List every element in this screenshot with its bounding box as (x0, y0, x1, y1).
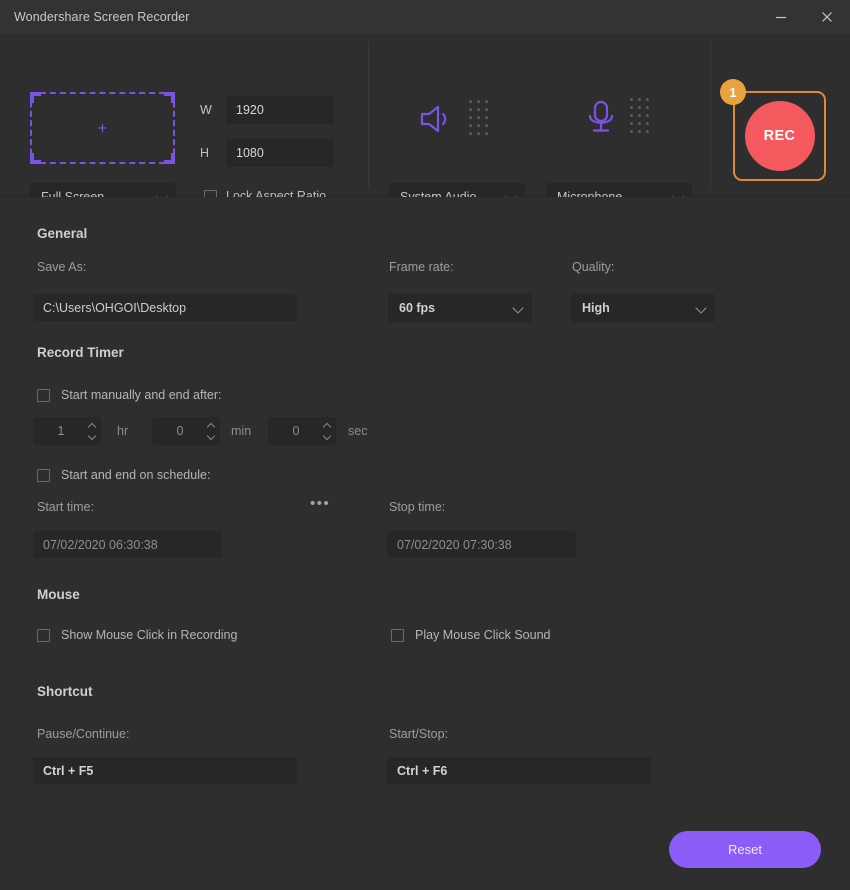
record-button-wrapper: REC 1 (733, 91, 826, 181)
step-badge: 1 (720, 79, 746, 105)
capture-region-selector[interactable]: + (30, 92, 175, 164)
start-on-schedule-checkbox[interactable] (37, 469, 50, 482)
save-as-input[interactable]: C:\Users\OHGOI\Desktop (33, 294, 297, 321)
stop-time-label: Stop time: (389, 500, 445, 514)
show-mouse-click-checkbox[interactable] (37, 629, 50, 642)
start-manually-checkbox[interactable] (37, 389, 50, 402)
system-audio-icon-group[interactable] (418, 100, 490, 137)
speaker-icon (418, 103, 456, 135)
minutes-unit-label: min (231, 424, 251, 438)
frame-rate-value: 60 fps (399, 301, 507, 315)
start-time-label: Start time: (37, 500, 94, 514)
minutes-stepper-arrows-icon[interactable] (202, 417, 220, 445)
close-button[interactable] (804, 0, 850, 34)
quality-label: Quality: (572, 260, 614, 274)
stop-time-input[interactable]: 07/02/2020 07:30:38 (387, 531, 576, 558)
height-input[interactable] (226, 139, 334, 167)
region-corner-bottom-right-icon (164, 153, 175, 164)
play-click-sound-label: Play Mouse Click Sound (415, 628, 550, 642)
settings-body: General Save As: C:\Users\OHGOI\Desktop … (0, 197, 850, 890)
start-on-schedule-row[interactable]: Start and end on schedule: (37, 468, 210, 482)
show-mouse-click-row[interactable]: Show Mouse Click in Recording (37, 628, 237, 642)
pause-continue-input[interactable]: Ctrl + F5 (33, 757, 297, 784)
minutes-stepper[interactable]: 0 (152, 417, 220, 445)
start-stop-input[interactable]: Ctrl + F6 (387, 757, 651, 784)
capture-toolbar: + W H Full Screen Lock Aspect Ratio (0, 34, 850, 196)
width-label: W (200, 103, 226, 117)
microphone-icon (585, 99, 617, 135)
quality-select[interactable]: High (571, 294, 715, 322)
seconds-unit-label: sec (348, 424, 367, 438)
frame-rate-label: Frame rate: (389, 260, 454, 274)
play-click-sound-checkbox[interactable] (391, 629, 404, 642)
show-mouse-click-label: Show Mouse Click in Recording (61, 628, 237, 642)
chevron-down-icon (513, 303, 524, 314)
play-click-sound-row[interactable]: Play Mouse Click Sound (391, 628, 550, 642)
region-corner-bottom-left-icon (30, 153, 41, 164)
section-title-general: General (37, 226, 87, 241)
width-input[interactable] (226, 96, 334, 124)
section-title-record-timer: Record Timer (37, 345, 124, 360)
record-button[interactable]: REC (745, 101, 815, 171)
section-title-shortcut: Shortcut (37, 684, 93, 699)
minimize-icon (774, 10, 788, 24)
start-stop-label: Start/Stop: (389, 727, 448, 741)
width-row: W (200, 96, 334, 124)
close-icon (820, 10, 834, 24)
screen-recorder-window: Wondershare Screen Recorder (0, 0, 850, 890)
window-title: Wondershare Screen Recorder (14, 10, 189, 24)
audio-level-dots-icon (469, 100, 490, 137)
record-highlight-frame: REC (733, 91, 826, 181)
microphone-icon-group[interactable] (585, 98, 651, 135)
start-manually-row[interactable]: Start manually and end after: (37, 388, 222, 402)
start-manually-label: Start manually and end after: (61, 388, 222, 402)
start-on-schedule-label: Start and end on schedule: (61, 468, 210, 482)
region-corner-top-right-icon (164, 92, 175, 103)
frame-rate-select[interactable]: 60 fps (388, 294, 532, 322)
panel-divider-2 (710, 42, 711, 188)
height-label: H (200, 146, 226, 160)
mic-level-dots-icon (630, 98, 651, 135)
pause-continue-label: Pause/Continue: (37, 727, 129, 741)
panel-divider-1 (368, 42, 369, 188)
seconds-value: 0 (268, 424, 318, 438)
section-title-mouse: Mouse (37, 587, 80, 602)
hours-stepper-arrows-icon[interactable] (83, 417, 101, 445)
quality-value: High (582, 301, 690, 315)
reset-button[interactable]: Reset (669, 831, 821, 868)
minimize-button[interactable] (758, 0, 804, 34)
hours-stepper[interactable]: 1 (33, 417, 101, 445)
save-as-label: Save As: (37, 260, 86, 274)
window-controls (758, 0, 850, 34)
plus-icon: + (98, 120, 108, 137)
hours-value: 1 (33, 424, 83, 438)
region-corner-top-left-icon (30, 92, 41, 103)
seconds-stepper-arrows-icon[interactable] (318, 417, 336, 445)
browse-button[interactable]: ••• (310, 495, 330, 512)
height-row: H (200, 139, 334, 167)
chevron-down-icon (696, 303, 707, 314)
seconds-stepper[interactable]: 0 (268, 417, 336, 445)
hours-unit-label: hr (117, 424, 128, 438)
title-bar: Wondershare Screen Recorder (0, 0, 850, 34)
minutes-value: 0 (152, 424, 202, 438)
start-time-input[interactable]: 07/02/2020 06:30:38 (33, 531, 222, 558)
